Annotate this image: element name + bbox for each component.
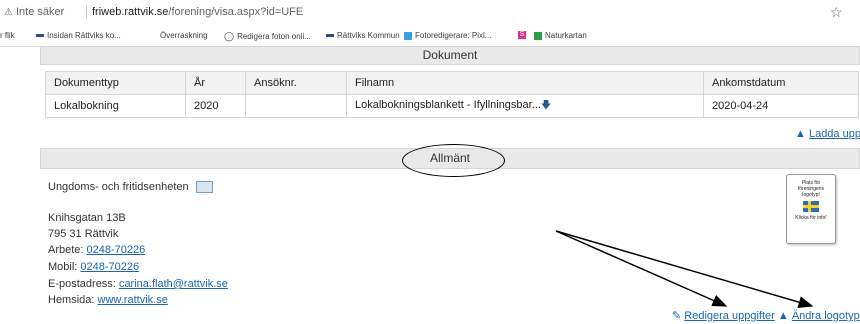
- edit-details-link[interactable]: Redigera uppgifter: [684, 310, 775, 322]
- arrow-to-edit: [555, 230, 728, 307]
- bottom-actions: ✎ Redigera uppgifter ▲ Ändra logotyp: [672, 309, 860, 322]
- pencil-icon: ✎: [672, 310, 682, 322]
- upload-icon: ▲: [777, 310, 789, 322]
- annotation-arrows: [555, 230, 814, 308]
- arrow-to-logo: [555, 230, 814, 308]
- change-logo-link[interactable]: Ändra logotyp: [792, 310, 860, 322]
